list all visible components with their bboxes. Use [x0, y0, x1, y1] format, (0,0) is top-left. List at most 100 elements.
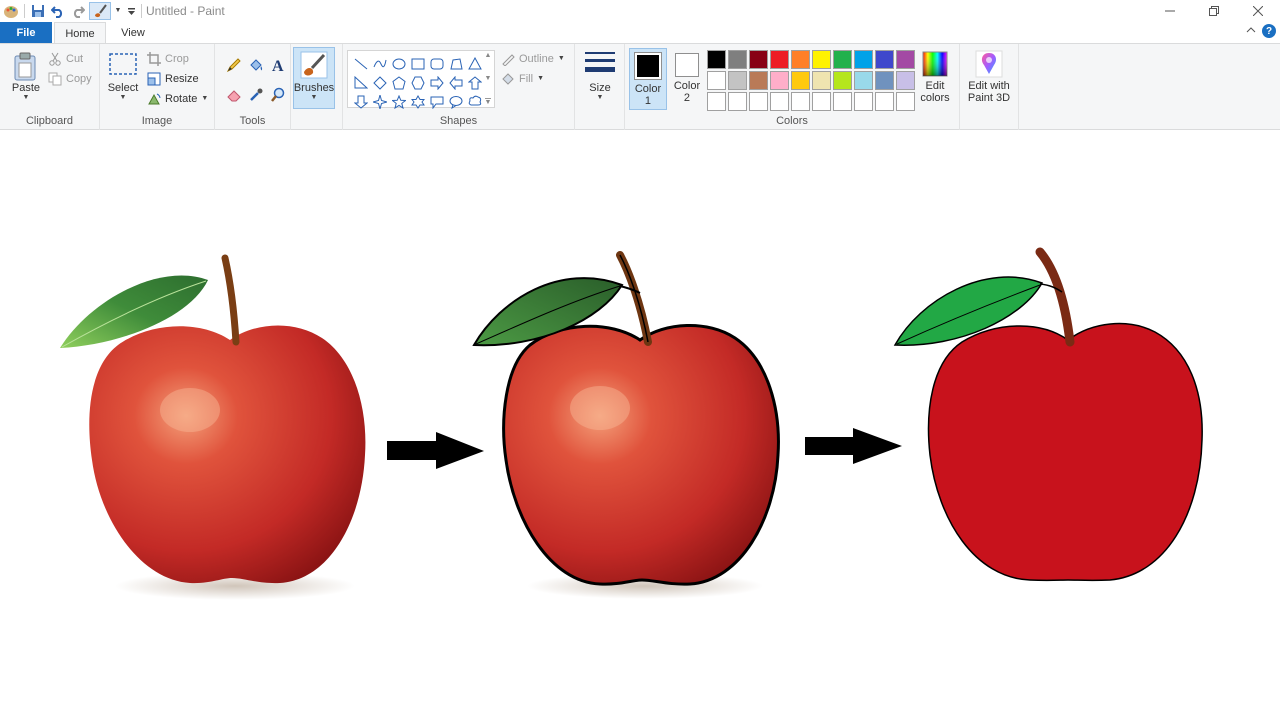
palette-color-swatch[interactable] [875, 92, 894, 111]
right-triangle-shape-icon[interactable] [351, 73, 370, 92]
palette-color-swatch[interactable] [707, 50, 726, 69]
palette-color-swatch[interactable] [749, 92, 768, 111]
palette-color-swatch[interactable] [896, 92, 915, 111]
down-arrow-shape-icon[interactable] [351, 92, 370, 111]
paste-button[interactable]: Paste ▼ [8, 52, 44, 102]
pencil-icon[interactable] [223, 54, 245, 76]
brushes-dropdown-icon[interactable]: ▼ [311, 94, 318, 102]
scroll-down-icon[interactable]: ▼ [485, 75, 492, 82]
collapse-ribbon-icon[interactable] [1246, 25, 1256, 37]
palette-color-swatch[interactable] [770, 71, 789, 90]
rounded-rectangle-shape-icon[interactable] [427, 54, 446, 73]
magnifier-icon[interactable] [267, 84, 289, 106]
outline-button[interactable]: Outline ▼ [501, 52, 565, 66]
palette-color-swatch[interactable] [833, 50, 852, 69]
qat-dropdown-icon[interactable]: ▼ [113, 2, 123, 20]
tab-view[interactable]: View [108, 22, 158, 44]
palette-color-swatch[interactable] [812, 50, 831, 69]
resize-button[interactable]: Resize [147, 72, 199, 86]
fill-dropdown-icon[interactable]: ▼ [537, 75, 544, 83]
palette-color-swatch[interactable] [770, 92, 789, 111]
color1-button[interactable]: Color 1 [629, 48, 667, 110]
left-arrow-shape-icon[interactable] [446, 73, 465, 92]
paint-app-icon[interactable] [2, 2, 20, 20]
size-button[interactable]: Size ▼ [581, 50, 619, 102]
undo-icon[interactable] [49, 2, 67, 20]
text-icon[interactable]: A [267, 54, 289, 76]
palette-color-swatch[interactable] [749, 50, 768, 69]
size-dropdown-icon[interactable]: ▼ [597, 94, 604, 102]
palette-color-swatch[interactable] [707, 71, 726, 90]
curve-shape-icon[interactable] [370, 54, 389, 73]
palette-color-swatch[interactable] [770, 50, 789, 69]
palette-color-swatch[interactable] [854, 50, 873, 69]
select-button[interactable]: Select ▼ [106, 52, 140, 102]
polygon-shape-icon[interactable] [446, 54, 465, 73]
edit-colors-button[interactable]: Edit colors [917, 50, 953, 104]
brushes-quick-icon[interactable] [89, 2, 111, 20]
palette-color-swatch[interactable] [728, 92, 747, 111]
paste-dropdown-icon[interactable]: ▼ [23, 94, 30, 102]
diamond-shape-icon[interactable] [370, 73, 389, 92]
save-icon[interactable] [29, 2, 47, 20]
six-point-star-shape-icon[interactable] [408, 92, 427, 111]
palette-color-swatch[interactable] [707, 92, 726, 111]
palette-color-swatch[interactable] [854, 92, 873, 111]
up-arrow-shape-icon[interactable] [465, 73, 484, 92]
eraser-icon[interactable] [223, 84, 245, 106]
shapes-scrollbar[interactable]: ▲ ▼ ▼ [483, 52, 493, 106]
drawing-canvas[interactable] [0, 131, 1280, 720]
palette-color-swatch[interactable] [875, 50, 894, 69]
fill-button[interactable]: Fill ▼ [501, 72, 544, 86]
customize-dropdown-icon[interactable] [125, 2, 137, 20]
rotate-dropdown-icon[interactable]: ▼ [201, 95, 208, 103]
palette-color-swatch[interactable] [728, 71, 747, 90]
restore-icon[interactable] [1192, 0, 1236, 22]
color2-button[interactable]: Color 2 [668, 48, 706, 110]
palette-color-swatch[interactable] [749, 71, 768, 90]
cut-button[interactable]: Cut [48, 52, 83, 66]
close-icon[interactable] [1236, 0, 1280, 22]
palette-color-swatch[interactable] [875, 71, 894, 90]
redo-icon[interactable] [69, 2, 87, 20]
line-shape-icon[interactable] [351, 54, 370, 73]
outline-dropdown-icon[interactable]: ▼ [558, 55, 565, 63]
fill-bucket-icon[interactable] [245, 54, 267, 76]
rotate-button[interactable]: Rotate ▼ [147, 92, 208, 106]
palette-color-swatch[interactable] [791, 50, 810, 69]
palette-color-swatch[interactable] [833, 92, 852, 111]
right-arrow-shape-icon[interactable] [427, 73, 446, 92]
tab-file[interactable]: File [0, 22, 52, 44]
palette-color-swatch[interactable] [728, 50, 747, 69]
palette-color-swatch[interactable] [812, 71, 831, 90]
svg-text:A: A [272, 58, 284, 73]
hexagon-shape-icon[interactable] [408, 73, 427, 92]
minimize-icon[interactable] [1148, 0, 1192, 22]
palette-color-swatch[interactable] [854, 71, 873, 90]
four-point-star-shape-icon[interactable] [370, 92, 389, 111]
triangle-shape-icon[interactable] [465, 54, 484, 73]
palette-color-swatch[interactable] [791, 92, 810, 111]
color-picker-icon[interactable] [245, 84, 267, 106]
shapes-expand-icon[interactable]: ▼ [484, 98, 492, 106]
edit-with-paint3d-button[interactable]: Edit with Paint 3D [962, 50, 1016, 104]
palette-color-swatch[interactable] [896, 71, 915, 90]
help-icon[interactable]: ? [1262, 24, 1276, 38]
tab-home[interactable]: Home [54, 22, 106, 44]
palette-color-swatch[interactable] [791, 71, 810, 90]
palette-color-swatch[interactable] [896, 50, 915, 69]
select-dropdown-icon[interactable]: ▼ [120, 94, 127, 102]
rect-callout-shape-icon[interactable] [427, 92, 446, 111]
palette-color-swatch[interactable] [812, 92, 831, 111]
pentagon-shape-icon[interactable] [389, 73, 408, 92]
brushes-button[interactable]: Brushes ▼ [293, 47, 335, 109]
scroll-up-icon[interactable]: ▲ [485, 52, 492, 59]
copy-button[interactable]: Copy [48, 72, 92, 86]
cloud-callout-shape-icon[interactable] [465, 92, 484, 111]
crop-button[interactable]: Crop [147, 52, 189, 66]
rectangle-shape-icon[interactable] [408, 54, 427, 73]
oval-callout-shape-icon[interactable] [446, 92, 465, 111]
palette-color-swatch[interactable] [833, 71, 852, 90]
five-point-star-shape-icon[interactable] [389, 92, 408, 111]
oval-shape-icon[interactable] [389, 54, 408, 73]
